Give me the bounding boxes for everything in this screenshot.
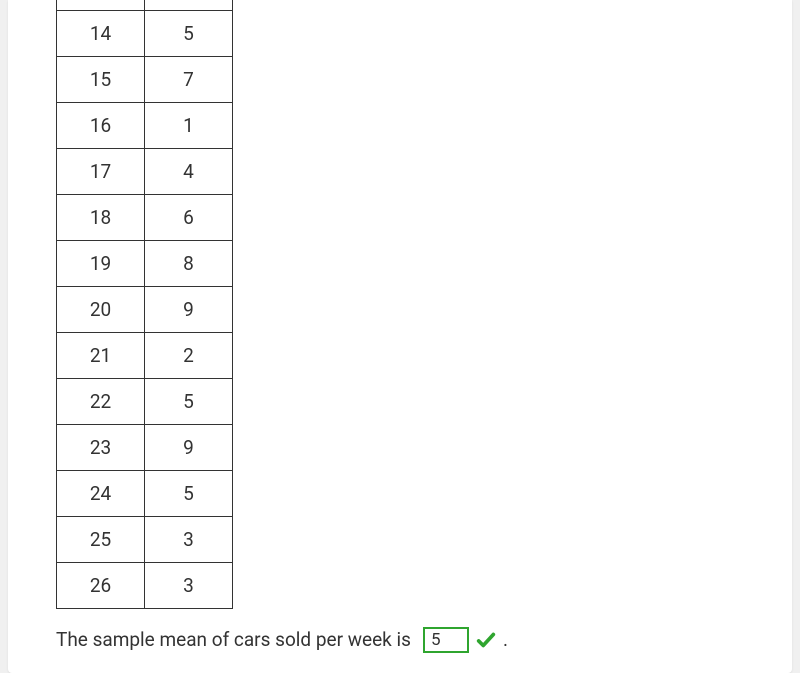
table-row: 21 2 bbox=[57, 332, 233, 378]
table-cell: 17 bbox=[57, 148, 145, 194]
table-row: 17 4 bbox=[57, 148, 233, 194]
table-cell: 4 bbox=[145, 148, 233, 194]
table-row: 16 1 bbox=[57, 102, 233, 148]
answer-sentence: The sample mean of cars sold per week is… bbox=[56, 627, 792, 653]
table-cell: 5 bbox=[145, 10, 233, 56]
table-cell: 15 bbox=[57, 56, 145, 102]
table-row: 23 9 bbox=[57, 424, 233, 470]
table-cell: 9 bbox=[145, 424, 233, 470]
table-row-partial bbox=[57, 0, 233, 10]
table-cell: 19 bbox=[57, 240, 145, 286]
table-row: 24 5 bbox=[57, 470, 233, 516]
table-cell: 16 bbox=[57, 102, 145, 148]
data-table: 14 5 15 7 16 1 17 4 18 6 19 8 20 9 21 2 bbox=[56, 0, 233, 609]
table-cell: 3 bbox=[145, 562, 233, 608]
table-cell: 5 bbox=[145, 378, 233, 424]
checkmark-icon bbox=[475, 629, 497, 651]
table-row: 25 3 bbox=[57, 516, 233, 562]
table-cell: 7 bbox=[145, 56, 233, 102]
table-cell: 24 bbox=[57, 470, 145, 516]
sentence-text: The sample mean of cars sold per week is bbox=[56, 628, 411, 651]
table-cell: 3 bbox=[145, 516, 233, 562]
table-cell: 2 bbox=[145, 332, 233, 378]
table-cell: 1 bbox=[145, 102, 233, 148]
sentence-period: . bbox=[503, 628, 508, 651]
table-row: 26 3 bbox=[57, 562, 233, 608]
table-cell bbox=[145, 0, 233, 10]
content-card: 14 5 15 7 16 1 17 4 18 6 19 8 20 9 21 2 bbox=[8, 0, 792, 673]
table-cell: 20 bbox=[57, 286, 145, 332]
table-cell: 26 bbox=[57, 562, 145, 608]
table-cell: 5 bbox=[145, 470, 233, 516]
table-cell bbox=[57, 0, 145, 10]
table-row: 22 5 bbox=[57, 378, 233, 424]
table-row: 18 6 bbox=[57, 194, 233, 240]
table-cell: 8 bbox=[145, 240, 233, 286]
table-cell: 6 bbox=[145, 194, 233, 240]
table-row: 14 5 bbox=[57, 10, 233, 56]
table-cell: 9 bbox=[145, 286, 233, 332]
answer-input[interactable]: 5 bbox=[423, 627, 469, 653]
table-cell: 25 bbox=[57, 516, 145, 562]
table-cell: 22 bbox=[57, 378, 145, 424]
table-row: 19 8 bbox=[57, 240, 233, 286]
table-cell: 21 bbox=[57, 332, 145, 378]
table-cell: 14 bbox=[57, 10, 145, 56]
table-row: 20 9 bbox=[57, 286, 233, 332]
table-cell: 18 bbox=[57, 194, 145, 240]
table-cell: 23 bbox=[57, 424, 145, 470]
table-row: 15 7 bbox=[57, 56, 233, 102]
